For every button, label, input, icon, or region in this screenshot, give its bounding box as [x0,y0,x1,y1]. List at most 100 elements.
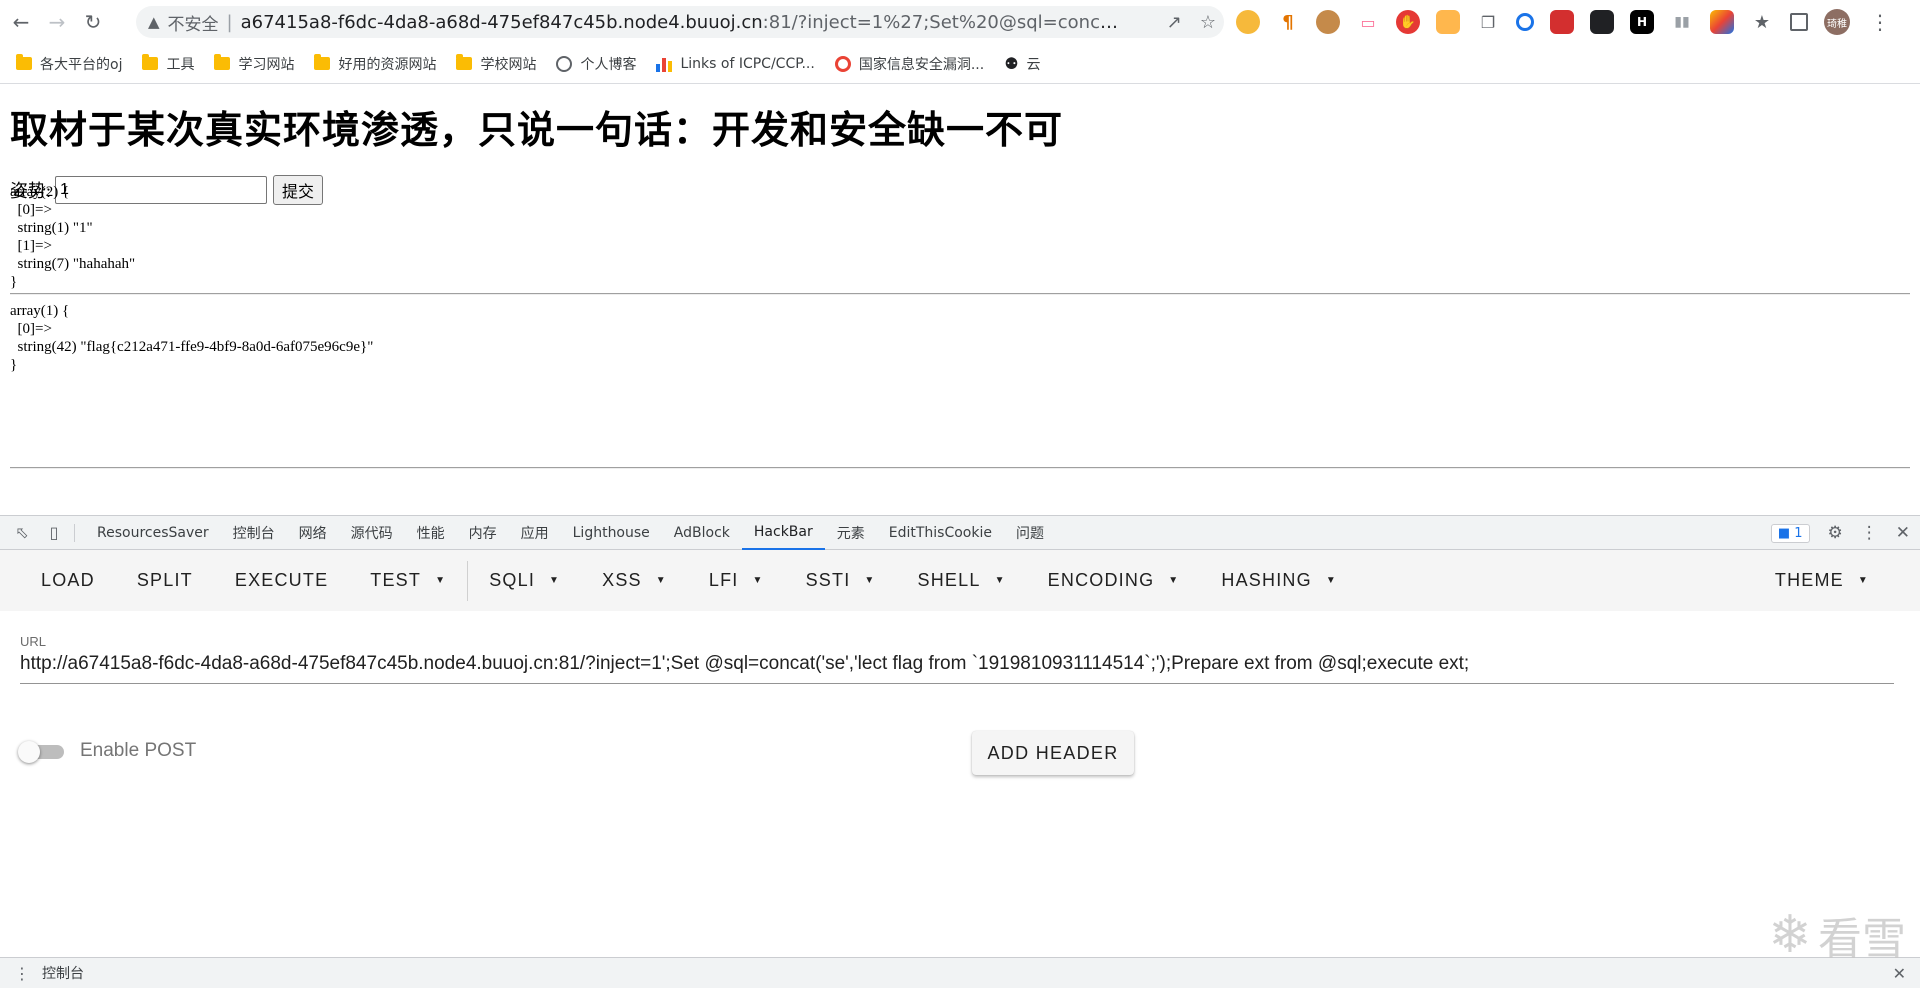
forward-icon[interactable]: → [42,7,72,37]
drawer-tab-console[interactable]: 控制台 [42,963,84,983]
inspect-element-icon[interactable]: ⬁ [12,523,32,543]
devtools-tab[interactable]: 元素 [825,516,877,550]
hackbar-toolbar: LOAD SPLIT EXECUTE TEST ▼ SQLI ▼ XSS ▼ LFI ▼ SSTI ▼ S… [0,550,1920,611]
bookmark-item[interactable]: 学校网站 [456,54,536,74]
h-extension-icon[interactable]: H [1630,10,1654,34]
dark-extension-icon[interactable] [1590,10,1614,34]
snowflake-icon: ❄ [1768,905,1812,965]
bookmark-item[interactable]: 学习网站 [214,54,294,74]
bookmark-item[interactable]: 好用的资源网站 [314,54,436,74]
devtools-tab[interactable]: 源代码 [339,516,405,550]
stats-extension-icon[interactable]: ▮▮ [1670,10,1694,34]
cookie-extension-icon[interactable] [1316,10,1340,34]
warning-icon: ▲ [148,13,160,31]
side-panel-icon[interactable] [1790,13,1808,31]
url-label: URL [20,634,47,649]
hackbar-button-label: LOAD [41,570,95,590]
close-devtools-icon[interactable]: ✕ [1896,523,1910,543]
settings-gear-icon[interactable]: ⚙ [1828,523,1843,543]
theme-label: THEME [1774,570,1844,590]
bar-chart-icon [656,56,673,72]
hackbar-button-ssti[interactable]: SSTI ▼ [785,550,897,611]
divider [10,293,1910,295]
copy-extension-icon[interactable]: ❐ [1476,10,1500,34]
bookmark-item[interactable]: Links of ICPC/CCP... [656,55,815,72]
devtools-tab[interactable]: 问题 [1004,516,1056,550]
devtools-tab[interactable]: 内存 [457,516,509,550]
url-field[interactable]: URL http://a67415a8-f6dc-4da8-a68d-475ef… [20,634,1894,684]
devtools-tab[interactable]: EditThisCookie [877,516,1004,550]
bookmark-star-icon[interactable]: ☆ [1200,12,1216,33]
watermark-text: 看雪 [1818,914,1906,965]
ring-extension-icon[interactable] [1516,13,1534,31]
bookmark-item[interactable]: 国家信息安全漏洞... [834,54,985,74]
hackbar-button-sqli[interactable]: SQLI ▼ [468,550,581,611]
extension-icon[interactable] [1236,10,1260,34]
address-url[interactable]: a67415a8-f6dc-4da8-a68d-475ef847c45b.nod… [241,12,1121,33]
hackbar-button-execute[interactable]: EXECUTE [214,550,349,611]
bookmark-label: 国家信息安全漏洞... [858,56,985,73]
hackbar-button-test[interactable]: TEST ▼ [349,550,467,611]
chevron-down-icon: ▼ [549,575,561,586]
share-icon[interactable]: ↗ [1167,12,1182,33]
folder-icon [314,54,331,70]
bookmark-item[interactable]: 各大平台的oj [16,54,122,74]
devtools-tab-list: ResourcesSaver 控制台 网络 源代码 性能 内存 应用 Lighthouse Ad… [85,516,1056,550]
back-icon[interactable]: ← [6,7,36,37]
hackbar-button-hashing[interactable]: HASHING ▼ [1200,550,1358,611]
bookmark-item[interactable]: ⚉ 云 [1004,54,1040,74]
pilcrow-extension-icon[interactable]: ¶ [1276,10,1300,34]
hackbar-button-label: SSTI [805,570,851,590]
devtools-tab[interactable]: 控制台 [221,516,287,550]
browser-toolbar: ← → ↻ ▲ 不安全 | a67415a8-f6dc-4da8-a68d-47… [0,0,1920,44]
github-icon: ⚉ [1004,54,1019,73]
more-menu-icon[interactable]: ⋮ [1870,10,1890,34]
chevron-down-icon: ▼ [1857,575,1869,586]
security-label: 不安全 [167,14,219,35]
devtools-more-icon[interactable]: ⋮ [1861,523,1878,543]
submit-button[interactable]: 提交 [273,175,324,205]
device-toolbar-icon[interactable]: ▯ [44,523,64,543]
address-bar[interactable]: ▲ 不安全 | a67415a8-f6dc-4da8-a68d-475ef847… [136,6,1224,38]
bookmark-label: Links of ICPC/CCP... [680,55,815,72]
adblock-extension-icon[interactable]: ✋ [1396,10,1420,34]
hackbar-button-xss[interactable]: XSS ▼ [581,550,688,611]
red-extension-icon[interactable] [1550,10,1574,34]
devtools-tab[interactable]: 应用 [509,516,561,550]
console-drawer: ⋮ 控制台 ✕ [0,957,1920,988]
bookmark-item[interactable]: 工具 [142,54,194,74]
issues-count: 1 [1794,525,1803,541]
drawer-menu-icon[interactable]: ⋮ [14,964,30,983]
hackbar-button-lfi[interactable]: LFI ▼ [688,550,785,611]
devtools-tab[interactable]: 网络 [287,516,339,550]
hackbar-extension-icon[interactable] [1436,10,1460,34]
folder-icon [456,54,473,70]
enable-post-toggle[interactable] [18,741,68,763]
puzzle-icon[interactable]: ★ [1750,10,1774,34]
bilibili-extension-icon[interactable]: ▭ [1356,10,1380,34]
devtools-tab[interactable]: AdBlock [662,516,742,550]
issues-badge[interactable]: ■ 1 [1770,523,1810,543]
hackbar-button-split[interactable]: SPLIT [116,550,214,611]
url-input[interactable]: http://a67415a8-f6dc-4da8-a68d-475ef847c… [20,653,1894,684]
chevron-down-icon: ▼ [655,575,667,586]
address-separator: | [226,11,233,33]
hackbar-button-shell[interactable]: SHELL ▼ [897,550,1027,611]
reload-icon[interactable]: ↻ [78,7,108,37]
bookmark-item[interactable]: 个人博客 [556,54,636,74]
devtools-tab[interactable]: 性能 [405,516,457,550]
avatar[interactable]: 琦稚 [1824,9,1850,35]
devtools-tab[interactable]: HackBar [741,516,825,550]
add-header-button[interactable]: ADD HEADER [972,731,1134,775]
hackbar-button-label: SHELL [917,570,981,590]
hackbar-button-label: SPLIT [136,570,193,590]
hackbar-button-load[interactable]: LOAD [20,550,116,611]
folder-icon [142,54,159,70]
colorful-extension-icon[interactable] [1710,10,1734,34]
bookmark-label: 个人博客 [580,56,637,73]
result-dump-1: array(2) { [0]=> string(1) "1" [1]=> str… [10,184,136,290]
devtools-tab[interactable]: ResourcesSaver [85,516,221,550]
devtools-tab[interactable]: Lighthouse [561,516,662,550]
theme-button[interactable]: THEME ▼ [1754,550,1890,611]
hackbar-button-encoding[interactable]: ENCODING ▼ [1027,550,1201,611]
